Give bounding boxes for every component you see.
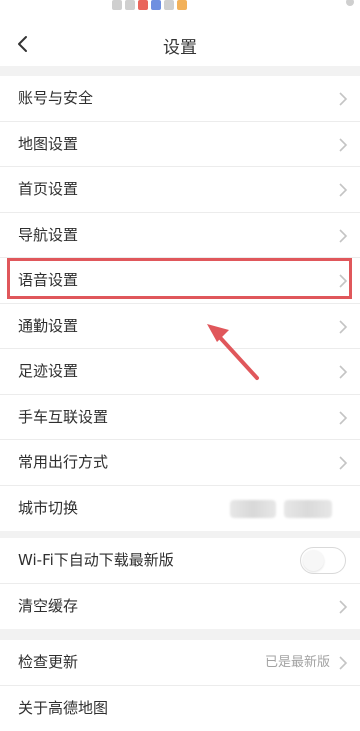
settings-item-travel-mode[interactable]: 常用出行方式 xyxy=(0,440,360,486)
settings-item-about[interactable]: 关于高德地图 xyxy=(0,686,360,731)
settings-item-label: 城市切换 xyxy=(18,486,78,531)
settings-item-label: 地图设置 xyxy=(18,122,78,167)
chevron-right-icon xyxy=(338,599,348,615)
highlight-box xyxy=(7,258,352,299)
settings-item-footprint[interactable]: 足迹设置 xyxy=(0,349,360,395)
status-bar xyxy=(0,0,360,22)
toggle-knob xyxy=(303,550,324,571)
settings-item-home[interactable]: 首页设置 xyxy=(0,167,360,213)
chevron-right-icon xyxy=(338,228,348,244)
status-bar-right xyxy=(346,0,354,6)
settings-item-label: Wi-Fi下自动下载最新版 xyxy=(18,538,174,583)
page-title: 设置 xyxy=(0,33,360,58)
wifi-auto-download-toggle[interactable] xyxy=(300,547,346,574)
chevron-right-icon xyxy=(338,364,348,380)
settings-item-label: 手车互联设置 xyxy=(18,395,108,440)
notification-icon xyxy=(151,0,161,10)
chevron-right-icon xyxy=(338,410,348,426)
settings-item-clear-cache[interactable]: 清空缓存 xyxy=(0,584,360,630)
notification-icon xyxy=(177,0,187,10)
settings-item-city-switch[interactable]: 城市切换 xyxy=(0,486,360,532)
chevron-right-icon xyxy=(338,319,348,335)
settings-item-map[interactable]: 地图设置 xyxy=(0,122,360,168)
settings-item-label: 足迹设置 xyxy=(18,349,78,394)
settings-group-about: 检查更新 已是最新版 关于高德地图 xyxy=(0,640,360,731)
settings-item-commute[interactable]: 通勤设置 xyxy=(0,304,360,350)
status-bar-icons xyxy=(112,0,187,12)
settings-item-check-update[interactable]: 检查更新 已是最新版 xyxy=(0,640,360,686)
alarm-icon xyxy=(346,0,354,6)
annotation-arrow-icon xyxy=(195,290,285,390)
settings-item-label: 检查更新 xyxy=(18,640,78,685)
notification-icon xyxy=(164,0,174,10)
chevron-right-icon xyxy=(338,455,348,471)
update-status-value: 已是最新版 xyxy=(265,640,330,685)
blurred-value xyxy=(284,500,332,518)
settings-item-label: 关于高德地图 xyxy=(18,686,108,731)
blurred-value xyxy=(230,500,276,518)
settings-item-label: 清空缓存 xyxy=(18,584,78,629)
settings-item-label: 导航设置 xyxy=(18,213,78,258)
settings-item-car-link[interactable]: 手车互联设置 xyxy=(0,395,360,441)
settings-item-label: 通勤设置 xyxy=(18,304,78,349)
notification-icon xyxy=(138,0,148,10)
chevron-right-icon xyxy=(338,655,348,671)
settings-item-wifi-auto-download: Wi-Fi下自动下载最新版 xyxy=(0,538,360,584)
chevron-right-icon xyxy=(338,182,348,198)
settings-item-navigation[interactable]: 导航设置 xyxy=(0,213,360,259)
settings-group-main: 账号与安全 地图设置 首页设置 导航设置 语音设置 通勤设置 足迹设置 手车互联… xyxy=(0,76,360,531)
settings-group-storage: Wi-Fi下自动下载最新版 清空缓存 xyxy=(0,538,360,629)
settings-item-label: 首页设置 xyxy=(18,167,78,212)
notification-icon xyxy=(125,0,135,10)
chevron-right-icon xyxy=(338,91,348,107)
chevron-right-icon xyxy=(338,137,348,153)
settings-item-label: 常用出行方式 xyxy=(18,440,108,485)
settings-item-account-security[interactable]: 账号与安全 xyxy=(0,76,360,122)
header-bar: 设置 xyxy=(0,22,360,66)
notification-icon xyxy=(112,0,122,10)
settings-item-label: 账号与安全 xyxy=(18,76,93,121)
